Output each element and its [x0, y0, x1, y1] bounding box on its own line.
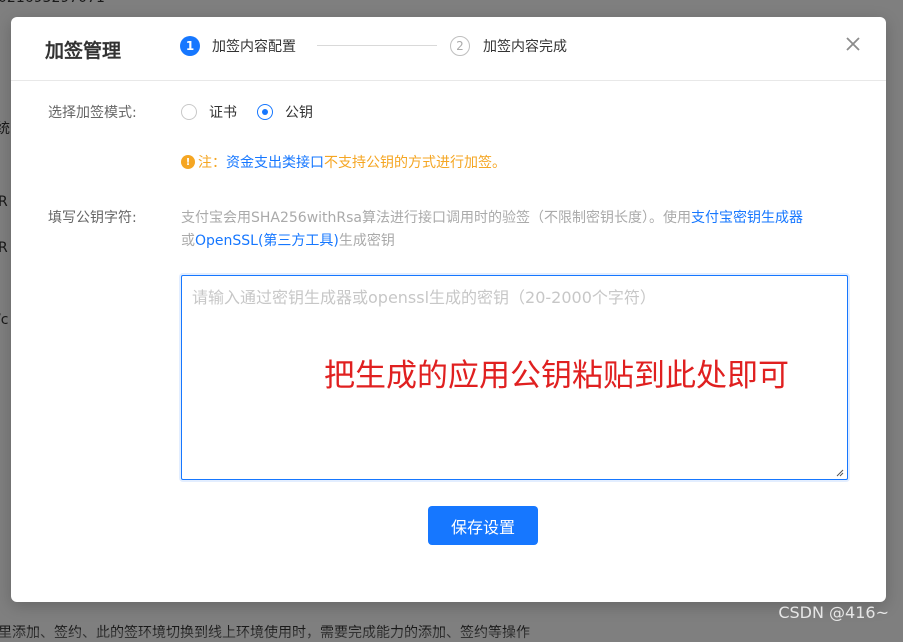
- dialog-header: 加签管理 1 加签内容配置 2 加签内容完成: [11, 17, 886, 81]
- key-label: 填写公钥字符:: [48, 210, 137, 226]
- paste-instruction-annotation: 把生成的应用公钥粘贴到此处即可: [324, 358, 789, 394]
- notice-suffix: 不支持公钥的方式进行加签。: [324, 155, 506, 171]
- radio-public-key-circle[interactable]: [257, 104, 273, 120]
- step-1-number: 1: [180, 36, 200, 56]
- key-description: 支付宝会用SHA256withRsa算法进行接口调用时的验签（不限制密钥长度）。…: [181, 207, 856, 253]
- resize-handle-icon[interactable]: [834, 467, 844, 477]
- step-2-label: 加签内容完成: [483, 39, 567, 55]
- dialog-title: 加签管理: [45, 40, 122, 62]
- radio-public-key[interactable]: 公钥: [257, 102, 313, 122]
- watermark: CSDN @416~: [778, 603, 889, 622]
- save-settings-button[interactable]: 保存设置: [428, 506, 538, 545]
- mode-radio-group: 证书 公钥: [181, 102, 333, 122]
- step-connector: [317, 45, 437, 46]
- mode-label: 选择加签模式:: [48, 105, 137, 121]
- fund-payout-interface-link[interactable]: 资金支出类接口: [226, 152, 324, 172]
- close-icon-svg: [846, 37, 860, 51]
- radio-certificate-label[interactable]: 证书: [209, 102, 237, 122]
- close-icon[interactable]: [842, 33, 864, 55]
- openssl-link[interactable]: OpenSSL(第三方工具): [195, 233, 339, 249]
- notice-prefix: 注：: [198, 155, 226, 171]
- radio-certificate-circle[interactable]: [181, 104, 197, 120]
- step-2-number: 2: [450, 36, 470, 56]
- radio-public-key-label[interactable]: 公钥: [285, 102, 313, 122]
- description-text-2: 或: [181, 233, 195, 249]
- step-2: 2 加签内容完成: [450, 36, 567, 56]
- step-1-label: 加签内容配置: [212, 39, 296, 55]
- step-1: 1 加签内容配置: [180, 36, 296, 56]
- signing-management-dialog: 加签管理 1 加签内容配置 2 加签内容完成 选择加签模式: 证书 公钥 ! 注: [11, 17, 886, 602]
- description-text-3: 生成密钥: [338, 233, 395, 249]
- description-text-1: 支付宝会用SHA256withRsa算法进行接口调用时的验签（不限制密钥长度）。…: [181, 210, 692, 226]
- radio-certificate[interactable]: 证书: [181, 102, 237, 122]
- notice: ! 注： 资金支出类接口 不支持公钥的方式进行加签。: [181, 152, 506, 172]
- warning-icon: !: [181, 155, 195, 169]
- alipay-key-generator-link[interactable]: 支付宝密钥生成器: [691, 210, 803, 226]
